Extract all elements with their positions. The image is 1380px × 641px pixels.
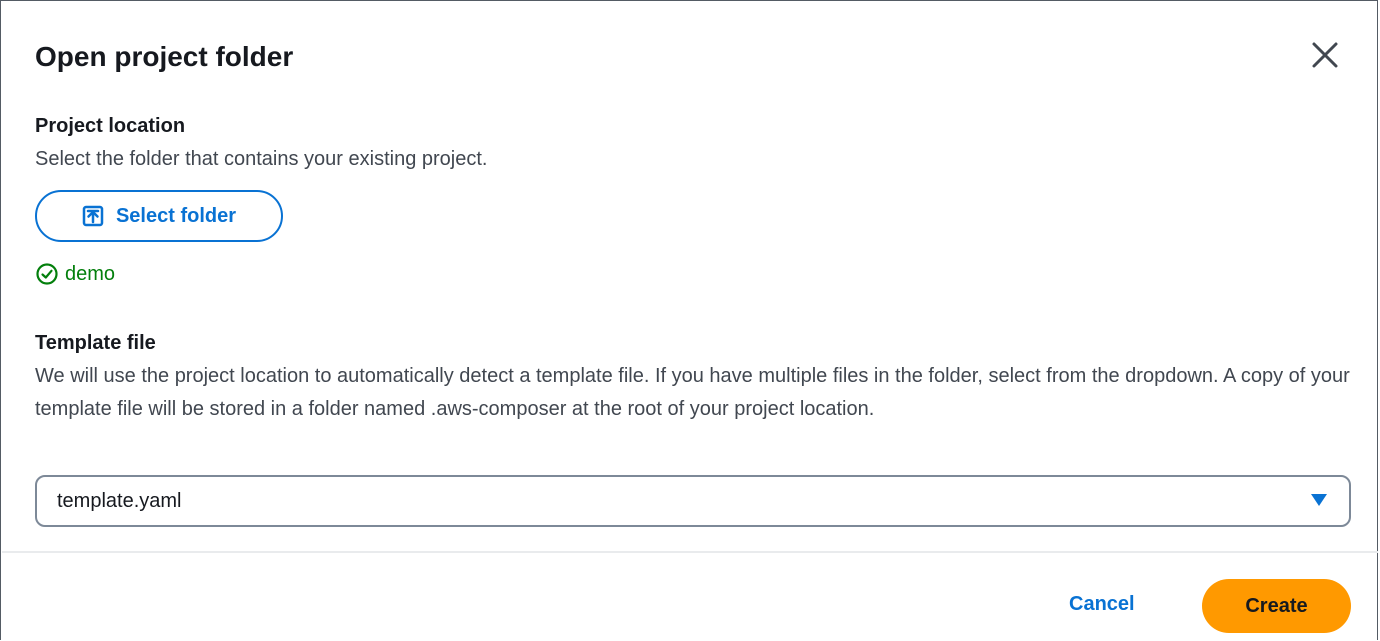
upload-folder-icon bbox=[82, 205, 104, 227]
open-project-folder-dialog: Open project folder Project location Sel… bbox=[0, 0, 1378, 640]
create-button-label: Create bbox=[1245, 594, 1308, 617]
caret-down-icon bbox=[1311, 494, 1327, 506]
cancel-button[interactable]: Cancel bbox=[1069, 593, 1135, 616]
close-icon bbox=[1312, 42, 1338, 68]
template-file-description: We will use the project location to auto… bbox=[35, 365, 1350, 420]
check-circle-icon bbox=[36, 263, 58, 285]
close-button[interactable] bbox=[1309, 39, 1341, 71]
selected-folder-status: demo bbox=[35, 262, 115, 286]
create-button[interactable]: Create bbox=[1202, 579, 1351, 633]
template-file-select[interactable]: template.yaml bbox=[35, 475, 1351, 527]
template-file-selected-value: template.yaml bbox=[57, 489, 182, 512]
footer-divider bbox=[2, 551, 1378, 553]
project-location-description: Select the folder that contains your exi… bbox=[35, 148, 488, 170]
project-location-title: Project location bbox=[35, 115, 186, 137]
template-file-title: Template file bbox=[35, 332, 156, 354]
selected-folder-name: demo bbox=[65, 262, 116, 285]
select-folder-label: Select folder bbox=[115, 204, 237, 227]
dialog-title: Open project folder bbox=[35, 41, 294, 72]
select-folder-button[interactable]: Select folder bbox=[35, 190, 283, 242]
